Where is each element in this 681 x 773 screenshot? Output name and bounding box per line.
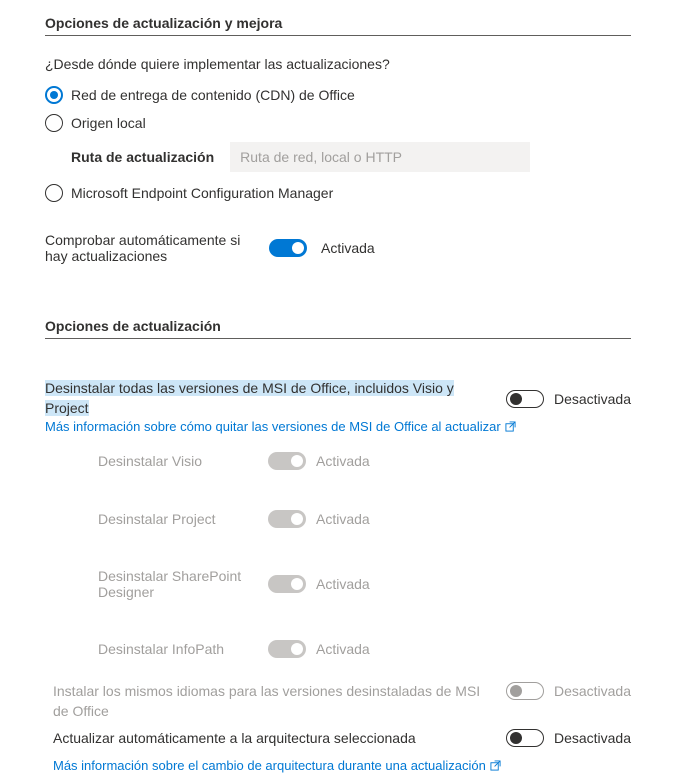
sub-label: Desinstalar SharePoint Designer xyxy=(98,568,268,600)
radio-mecm[interactable]: Microsoft Endpoint Configuration Manager xyxy=(45,184,631,202)
arch-info-link[interactable]: Más información sobre el cambio de arqui… xyxy=(53,758,501,773)
uninstall-msi-label: Desinstalar todas las versiones de MSI d… xyxy=(45,379,506,418)
uninstall-sharepoint-row: Desinstalar SharePoint Designer Activada xyxy=(98,568,631,600)
path-input[interactable] xyxy=(230,142,530,172)
uninstall-msi-row: Desinstalar todas las versiones de MSI d… xyxy=(45,379,631,418)
toggle-status: Activada xyxy=(316,511,370,527)
auto-arch-row: Actualizar automáticamente a la arquitec… xyxy=(53,729,631,749)
divider xyxy=(45,338,631,339)
radio-label: Red de entrega de contenido (CDN) de Off… xyxy=(71,87,355,103)
uninstall-infopath-toggle[interactable] xyxy=(268,640,306,658)
uninstall-msi-toggle[interactable] xyxy=(506,390,544,408)
toggle-status: Desactivada xyxy=(554,391,631,407)
auto-arch-toggle[interactable] xyxy=(506,729,544,747)
path-label: Ruta de actualización xyxy=(71,149,214,165)
toggle-status: Activada xyxy=(316,576,370,592)
toggle-status: Activada xyxy=(321,240,375,256)
sub-label: Desinstalar InfoPath xyxy=(98,641,268,657)
radio-cdn[interactable]: Red de entrega de contenido (CDN) de Off… xyxy=(45,86,631,104)
section-title: Opciones de actualización xyxy=(45,318,631,334)
sub-label: Desinstalar Project xyxy=(98,511,268,527)
uninstall-project-row: Desinstalar Project Activada xyxy=(98,510,631,528)
radio-icon xyxy=(45,114,63,132)
install-langs-label: Instalar los mismos idiomas para las ver… xyxy=(53,682,492,721)
auto-arch-label: Actualizar automáticamente a la arquitec… xyxy=(53,729,492,749)
section-update-options: Opciones de actualización Desinstalar to… xyxy=(45,318,631,773)
radio-label: Microsoft Endpoint Configuration Manager xyxy=(71,185,333,201)
uninstall-infopath-row: Desinstalar InfoPath Activada xyxy=(98,640,631,658)
local-path-row: Ruta de actualización xyxy=(71,142,631,172)
auto-check-label: Comprobar automáticamente si hay actuali… xyxy=(45,232,255,264)
install-langs-toggle[interactable] xyxy=(506,682,544,700)
toggle-status: Desactivada xyxy=(554,683,631,699)
question-label: ¿Desde dónde quiere implementar las actu… xyxy=(45,56,631,72)
install-langs-row: Instalar los mismos idiomas para las ver… xyxy=(53,682,631,721)
uninstall-visio-row: Desinstalar Visio Activada xyxy=(98,452,631,470)
radio-icon xyxy=(45,86,63,104)
sub-label: Desinstalar Visio xyxy=(98,453,268,469)
auto-check-toggle[interactable] xyxy=(269,239,307,257)
toggle-status: Activada xyxy=(316,453,370,469)
external-link-icon xyxy=(490,760,501,771)
radio-label: Origen local xyxy=(71,115,146,131)
uninstall-visio-toggle[interactable] xyxy=(268,452,306,470)
section-update-upgrade: Opciones de actualización y mejora ¿Desd… xyxy=(45,15,631,264)
toggle-status: Desactivada xyxy=(554,730,631,746)
external-link-icon xyxy=(505,421,516,432)
radio-icon xyxy=(45,184,63,202)
uninstall-sharepoint-toggle[interactable] xyxy=(268,575,306,593)
section-title: Opciones de actualización y mejora xyxy=(45,15,631,31)
radio-local[interactable]: Origen local xyxy=(45,114,631,132)
auto-check-row: Comprobar automáticamente si hay actuali… xyxy=(45,232,631,264)
divider xyxy=(45,35,631,36)
toggle-status: Activada xyxy=(316,641,370,657)
msi-info-link[interactable]: Más información sobre cómo quitar las ve… xyxy=(45,419,516,434)
uninstall-project-toggle[interactable] xyxy=(268,510,306,528)
